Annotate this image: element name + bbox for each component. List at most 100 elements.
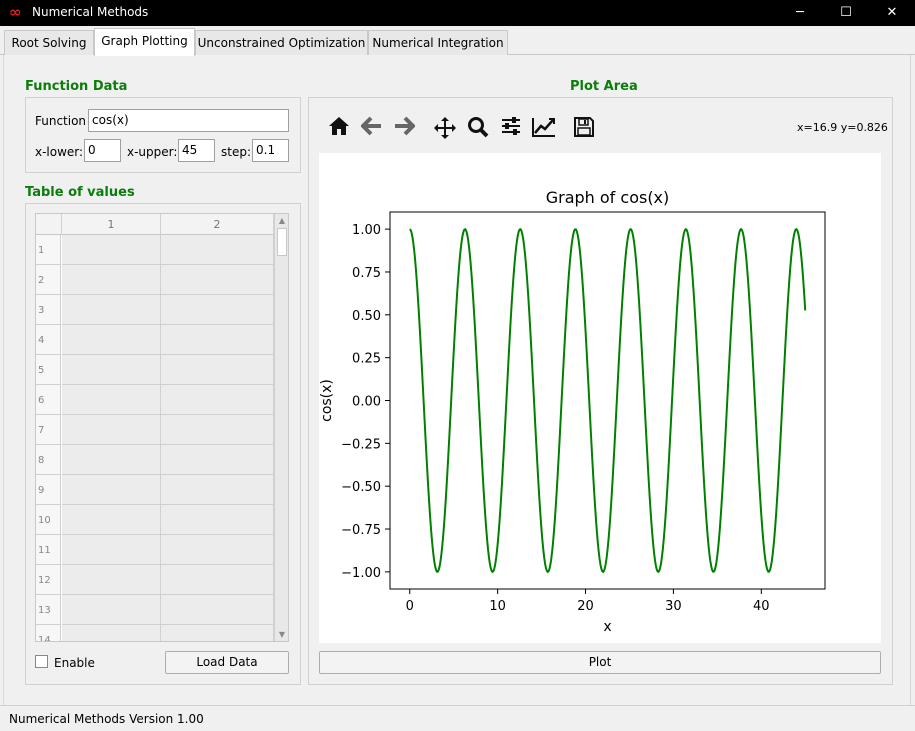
function-input[interactable]: cos(x) xyxy=(88,109,289,132)
table-cell[interactable] xyxy=(62,415,161,445)
table-row[interactable]: 13 xyxy=(36,595,274,625)
x-upper-input[interactable]: 45 xyxy=(178,139,215,162)
row-header[interactable]: 14 xyxy=(36,625,61,641)
table-cell[interactable] xyxy=(161,385,274,415)
table-row[interactable]: 10 xyxy=(36,505,274,535)
table-cell[interactable] xyxy=(62,565,161,595)
load-data-button[interactable]: Load Data xyxy=(165,651,289,674)
row-header[interactable]: 8 xyxy=(36,445,61,475)
table-cell[interactable] xyxy=(62,325,161,355)
table-cell[interactable] xyxy=(161,565,274,595)
table-cell[interactable] xyxy=(62,475,161,505)
row-header[interactable]: 13 xyxy=(36,595,61,625)
tab-unconstrained-optimization[interactable]: Unconstrained Optimization xyxy=(195,30,368,55)
series-line xyxy=(409,227,807,574)
tab-numerical-integration[interactable]: Numerical Integration xyxy=(368,30,508,55)
maximize-button[interactable]: ☐ xyxy=(823,0,869,26)
table-cell[interactable] xyxy=(62,355,161,385)
table-cell[interactable] xyxy=(161,235,274,265)
table-cell[interactable] xyxy=(161,355,274,385)
table-row[interactable]: 8 xyxy=(36,445,274,475)
column-header[interactable]: 1 xyxy=(62,214,161,235)
table-cell[interactable] xyxy=(62,445,161,475)
row-header[interactable]: 7 xyxy=(36,415,61,445)
row-header[interactable]: 9 xyxy=(36,475,61,505)
table-cell[interactable] xyxy=(161,625,274,641)
plot-area-title: Plot Area xyxy=(570,79,638,94)
table-cell[interactable] xyxy=(161,445,274,475)
table-cell[interactable] xyxy=(161,295,274,325)
table-cell[interactable] xyxy=(62,505,161,535)
row-header[interactable]: 11 xyxy=(36,535,61,565)
table-cell[interactable] xyxy=(161,595,274,625)
x-lower-input[interactable]: 0 xyxy=(84,139,121,162)
table-cell[interactable] xyxy=(62,265,161,295)
home-icon[interactable] xyxy=(326,116,352,140)
table-cell[interactable] xyxy=(161,325,274,355)
zoom-icon[interactable] xyxy=(465,116,491,140)
row-header[interactable]: 5 xyxy=(36,355,61,385)
scrollbar-thumb[interactable] xyxy=(277,228,287,256)
row-header[interactable]: 10 xyxy=(36,505,61,535)
row-header[interactable]: 1 xyxy=(36,235,61,265)
table-row[interactable]: 14 xyxy=(36,625,274,641)
table-row[interactable]: 1 xyxy=(36,235,274,265)
table-scrollbar[interactable]: ▲ ▼ xyxy=(274,214,288,641)
title-bar: ∞ Numerical Methods ─ ☐ ✕ xyxy=(0,0,915,26)
values-table[interactable]: 1 2 1 2 3 4 5 6 7 8 9 10 11 12 13 14 ▲ ▼ xyxy=(35,213,289,642)
table-row[interactable]: 12 xyxy=(36,565,274,595)
table-cell[interactable] xyxy=(62,235,161,265)
tab-graph-plotting[interactable]: Graph Plotting xyxy=(94,28,195,56)
back-arrow-icon[interactable] xyxy=(359,116,385,140)
y-tick-label: −0.25 xyxy=(341,437,381,452)
edit-axes-icon[interactable] xyxy=(531,116,557,140)
table-cell[interactable] xyxy=(62,625,161,641)
table-cell[interactable] xyxy=(161,475,274,505)
plot-button[interactable]: Plot xyxy=(319,651,881,674)
table-row[interactable]: 11 xyxy=(36,535,274,565)
x-tick-label: 20 xyxy=(577,599,594,614)
scroll-up-icon[interactable]: ▲ xyxy=(275,214,288,228)
y-tick-label: −0.75 xyxy=(341,523,381,538)
minimize-button[interactable]: ─ xyxy=(777,0,823,26)
table-cell[interactable] xyxy=(161,505,274,535)
row-header[interactable]: 6 xyxy=(36,385,61,415)
table-cell[interactable] xyxy=(161,415,274,445)
configure-subplots-icon[interactable] xyxy=(498,116,524,140)
table-cell[interactable] xyxy=(161,535,274,565)
table-row[interactable]: 9 xyxy=(36,475,274,505)
function-data-title: Function Data xyxy=(25,79,128,94)
table-row[interactable]: 3 xyxy=(36,295,274,325)
corner-header xyxy=(36,214,62,235)
cursor-coordinates: x=16.9 y=0.826 xyxy=(797,121,888,134)
table-of-values-title: Table of values xyxy=(25,185,135,200)
row-header[interactable]: 12 xyxy=(36,565,61,595)
save-icon[interactable] xyxy=(571,116,597,140)
table-row[interactable]: 5 xyxy=(36,355,274,385)
table-row[interactable]: 2 xyxy=(36,265,274,295)
chart-svg[interactable]: Graph of cos(x) 0 10 20 30 40 1.00 0.75 0.50 0.25… xyxy=(319,153,881,643)
row-header[interactable]: 4 xyxy=(36,325,61,355)
table-row[interactable]: 7 xyxy=(36,415,274,445)
table-cell[interactable] xyxy=(62,535,161,565)
table-cell[interactable] xyxy=(62,295,161,325)
row-header[interactable]: 2 xyxy=(36,265,61,295)
scroll-down-icon[interactable]: ▼ xyxy=(275,628,288,641)
plot-canvas[interactable]: Graph of cos(x) 0 10 20 30 40 1.00 0.75 0.50 0.25… xyxy=(319,153,881,643)
enable-checkbox[interactable] xyxy=(35,655,48,668)
step-input[interactable]: 0.1 xyxy=(252,139,289,162)
column-header[interactable]: 2 xyxy=(161,214,274,235)
close-button[interactable]: ✕ xyxy=(869,0,915,26)
row-header[interactable]: 3 xyxy=(36,295,61,325)
pan-icon[interactable] xyxy=(432,116,458,140)
table-cell[interactable] xyxy=(62,385,161,415)
tab-root-solving[interactable]: Root Solving xyxy=(4,30,94,55)
forward-arrow-icon[interactable] xyxy=(391,116,417,140)
table-cell[interactable] xyxy=(62,595,161,625)
function-label: Function xyxy=(35,114,87,128)
table-row[interactable]: 4 xyxy=(36,325,274,355)
y-tick-label: 0.25 xyxy=(352,352,381,367)
chart-title: Graph of cos(x) xyxy=(546,188,670,207)
table-row[interactable]: 6 xyxy=(36,385,274,415)
table-cell[interactable] xyxy=(161,265,274,295)
